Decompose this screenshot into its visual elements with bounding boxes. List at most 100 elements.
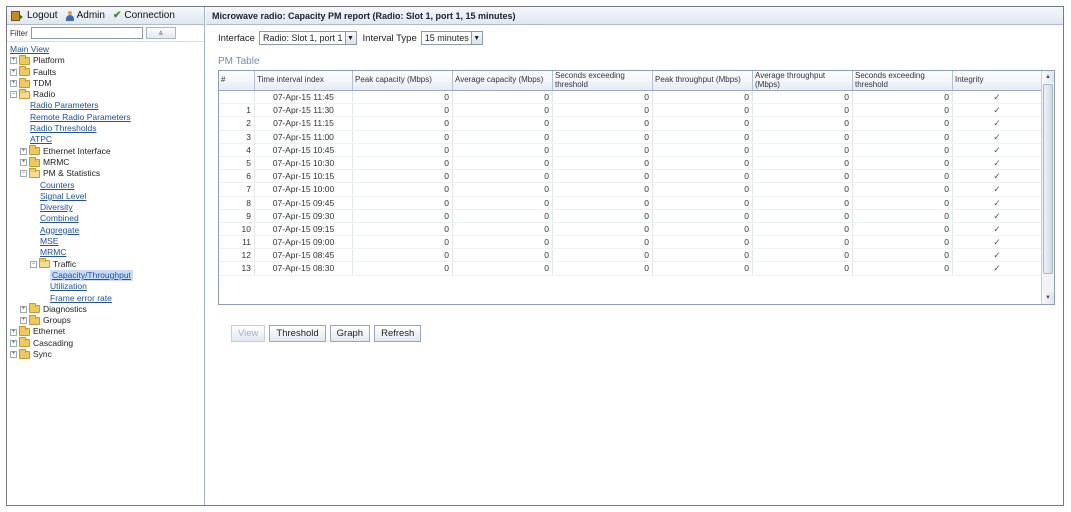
- collapse-icon[interactable]: −: [20, 170, 27, 178]
- logout-button[interactable]: Logout: [11, 10, 58, 21]
- table-cell: 0: [453, 143, 553, 156]
- tree-link[interactable]: Utilization: [50, 281, 87, 292]
- column-header[interactable]: Seconds exceeding threshold: [553, 71, 653, 90]
- interval-type-select[interactable]: 15 minutes ▼: [420, 31, 483, 45]
- table-row[interactable]: 2 07-Apr-15 11:15 0 0 0 0 0 0 ✓: [219, 117, 1042, 131]
- expand-icon[interactable]: +: [10, 328, 17, 336]
- tree-node[interactable]: + Ethernet: [7, 326, 204, 337]
- tree-node[interactable]: Signal Level: [7, 191, 204, 202]
- graph-button[interactable]: Graph: [329, 325, 371, 342]
- tree-node[interactable]: − PM & Statistics: [7, 167, 204, 179]
- column-header[interactable]: Seconds exceeding threshold: [853, 71, 953, 90]
- threshold-button[interactable]: Threshold: [269, 325, 326, 342]
- tree-node[interactable]: Diversity: [7, 202, 204, 213]
- tree-node[interactable]: + Sync: [7, 348, 204, 360]
- expand-icon[interactable]: +: [10, 351, 17, 359]
- tree-link[interactable]: Frame error rate: [50, 293, 112, 304]
- tree-link[interactable]: MSE: [40, 236, 58, 247]
- tree-link[interactable]: Main View: [10, 44, 49, 55]
- tree-node[interactable]: − Traffic: [7, 258, 204, 270]
- filter-input[interactable]: [30, 27, 143, 39]
- expand-icon[interactable]: +: [10, 68, 17, 76]
- expand-icon[interactable]: +: [10, 80, 17, 88]
- tree-node[interactable]: Radio Thresholds: [7, 123, 204, 134]
- tree-link[interactable]: Remote Radio Parameters: [30, 112, 131, 123]
- tree-link[interactable]: Diversity: [40, 202, 73, 213]
- expand-icon[interactable]: +: [20, 317, 27, 325]
- expand-icon[interactable]: +: [20, 147, 27, 155]
- column-header[interactable]: Average capacity (Mbps): [453, 71, 553, 90]
- tree-node[interactable]: Counters: [7, 180, 204, 191]
- tree-node[interactable]: − Radio: [7, 88, 204, 100]
- tree-link[interactable]: ATPC: [30, 134, 52, 145]
- expand-icon[interactable]: +: [10, 339, 17, 347]
- tree-node[interactable]: + MRMC: [7, 156, 204, 168]
- table-row[interactable]: 12 07-Apr-15 08:45 0 0 0 0 0 0 ✓: [219, 249, 1042, 263]
- table-scrollbar[interactable]: ▲ ▼: [1041, 71, 1054, 304]
- tree-node[interactable]: Main View: [7, 44, 204, 55]
- expand-icon[interactable]: +: [20, 159, 27, 167]
- tree-link[interactable]: MRMC: [40, 247, 66, 258]
- table-row[interactable]: 07-Apr-15 11:45 0 0 0 0 0 0 ✓: [219, 91, 1042, 105]
- table-row[interactable]: 13 07-Apr-15 08:30 0 0 0 0 0 0 ✓: [219, 262, 1042, 276]
- table-row[interactable]: 10 07-Apr-15 09:15 0 0 0 0 0 0 ✓: [219, 222, 1042, 237]
- tree-node[interactable]: + Faults: [7, 66, 204, 78]
- admin-button[interactable]: Admin: [65, 10, 105, 21]
- tree-node[interactable]: + Cascading: [7, 337, 204, 349]
- tree-node[interactable]: + Diagnostics: [7, 303, 204, 315]
- tree-node[interactable]: ATPC: [7, 134, 204, 145]
- tree-link[interactable]: Combined: [40, 213, 79, 224]
- tree-node[interactable]: Capacity/Throughput: [7, 269, 204, 282]
- table-row[interactable]: 4 07-Apr-15 10:45 0 0 0 0 0 0 ✓: [219, 143, 1042, 157]
- column-header[interactable]: Average throughput (Mbps): [753, 71, 853, 90]
- refresh-button[interactable]: Refresh: [374, 325, 422, 342]
- table-row[interactable]: 7 07-Apr-15 10:00 0 0 0 0 0 0 ✓: [219, 183, 1042, 197]
- tree-node[interactable]: MSE: [7, 236, 204, 247]
- table-cell: 0: [453, 222, 553, 236]
- interface-select[interactable]: Radio: Slot 1, port 1 ▼: [258, 31, 357, 45]
- view-button[interactable]: View: [231, 325, 266, 342]
- tree-node[interactable]: Remote Radio Parameters: [7, 112, 204, 123]
- tree-node[interactable]: MRMC: [7, 247, 204, 258]
- expand-icon[interactable]: +: [20, 305, 27, 313]
- column-header[interactable]: Peak capacity (Mbps): [353, 71, 453, 90]
- tree-node[interactable]: Aggregate: [7, 225, 204, 236]
- tree-node[interactable]: Utilization: [7, 281, 204, 292]
- table-row[interactable]: 3 07-Apr-15 11:00 0 0 0 0 0 0 ✓: [219, 130, 1042, 144]
- table-row[interactable]: 1 07-Apr-15 11:30 0 0 0 0 0 0 ✓: [219, 104, 1042, 118]
- tree-node[interactable]: + TDM: [7, 77, 204, 89]
- table-row[interactable]: 9 07-Apr-15 09:30 0 0 0 0 0 0 ✓: [219, 209, 1042, 223]
- table-cell: 07-Apr-15 09:15: [255, 222, 353, 236]
- tree-node[interactable]: Frame error rate: [7, 293, 204, 304]
- tree-node[interactable]: Radio Parameters: [7, 100, 204, 111]
- tree-link[interactable]: Signal Level: [40, 191, 86, 202]
- tree-node[interactable]: + Groups: [7, 314, 204, 326]
- tree-node[interactable]: + Platform: [7, 54, 204, 66]
- tree-link[interactable]: Radio Thresholds: [30, 123, 96, 134]
- tree-link[interactable]: Capacity/Throughput: [50, 269, 133, 282]
- scroll-up-icon[interactable]: ▲: [1042, 71, 1054, 83]
- tree-link[interactable]: Aggregate: [40, 225, 79, 236]
- table-cell: 0: [553, 222, 653, 236]
- collapse-icon[interactable]: −: [10, 91, 17, 99]
- collapse-icon[interactable]: −: [30, 260, 37, 268]
- table-row[interactable]: 5 07-Apr-15 10:30 0 0 0 0 0 0 ✓: [219, 156, 1042, 171]
- tree-node[interactable]: Combined: [7, 213, 204, 224]
- tree-link[interactable]: Counters: [40, 180, 75, 191]
- table-row[interactable]: 8 07-Apr-15 09:45 0 0 0 0 0 0 ✓: [219, 196, 1042, 210]
- column-header[interactable]: Peak throughput (Mbps): [653, 71, 753, 90]
- column-header[interactable]: #: [219, 71, 255, 90]
- filter-clear-button[interactable]: ⩓: [145, 27, 176, 39]
- tree-link[interactable]: Radio Parameters: [30, 100, 99, 111]
- scroll-thumb[interactable]: [1043, 84, 1053, 274]
- table-cell: 11: [219, 236, 255, 249]
- expand-icon[interactable]: +: [10, 57, 17, 65]
- table-row[interactable]: 11 07-Apr-15 09:00 0 0 0 0 0 0 ✓: [219, 236, 1042, 250]
- folder-icon: [19, 348, 30, 359]
- column-header[interactable]: Integrity: [953, 71, 1042, 90]
- table-row[interactable]: 6 07-Apr-15 10:15 0 0 0 0 0 0 ✓: [219, 170, 1042, 184]
- scroll-down-icon[interactable]: ▼: [1042, 292, 1054, 304]
- connection-button[interactable]: ✔ Connection: [113, 10, 175, 21]
- column-header[interactable]: Time interval index: [255, 71, 353, 90]
- tree-node[interactable]: + Ethernet Interface: [7, 145, 204, 157]
